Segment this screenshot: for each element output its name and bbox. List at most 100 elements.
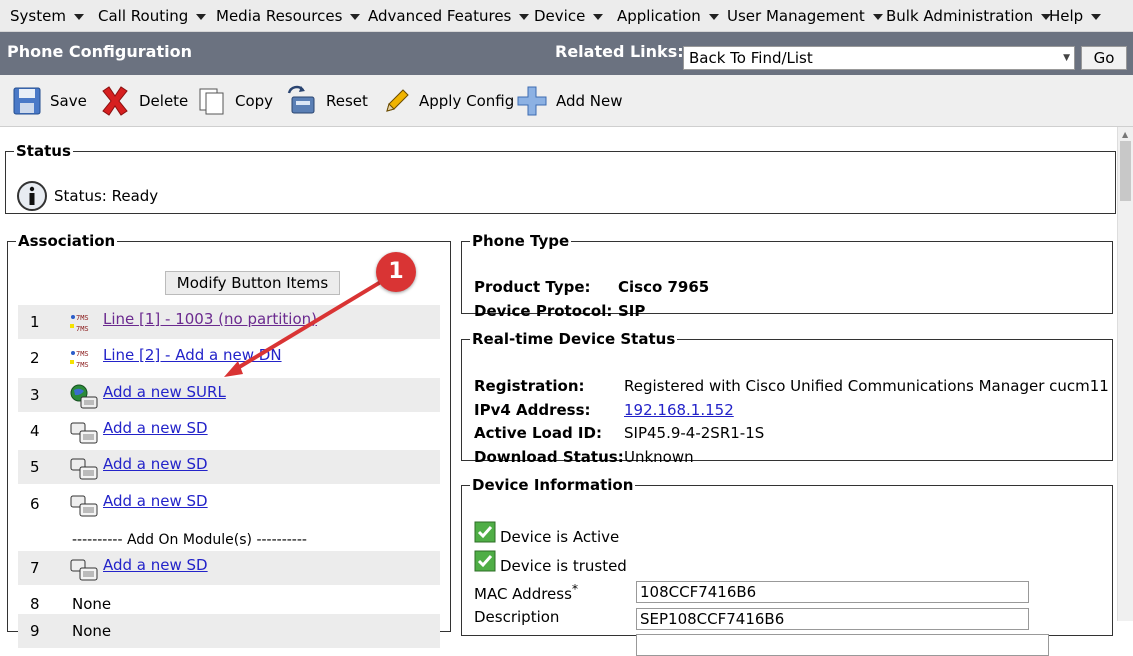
speed-dial-icon [70, 422, 98, 444]
menu-application[interactable]: Application [617, 7, 719, 25]
copy-button[interactable]: Copy [197, 83, 273, 119]
add-new-label: Add New [556, 92, 623, 110]
chevron-down-icon [350, 13, 361, 20]
menu-advanced-features[interactable]: Advanced Features [368, 7, 530, 25]
speed-dial-icon [70, 559, 98, 581]
scrollbar-thumb[interactable] [1120, 141, 1131, 201]
row-number: 6 [30, 495, 40, 513]
chevron-down-icon [196, 13, 207, 20]
required-mark: * [571, 581, 579, 596]
modify-button-items-button[interactable]: Modify Button Items [165, 271, 340, 295]
menu-label: Help [1049, 7, 1084, 25]
row-value: None [72, 595, 112, 613]
save-button[interactable]: Save [12, 83, 87, 119]
add-new-button[interactable]: Add New [516, 83, 623, 119]
chevron-down-icon [519, 13, 530, 20]
chevron-down-icon [593, 13, 604, 20]
delete-button[interactable]: Delete [99, 83, 188, 119]
description-input[interactable]: SEP108CCF7416B6 [636, 608, 1029, 630]
pencil-icon [386, 89, 409, 112]
menu-label: Bulk Administration [886, 7, 1034, 25]
menu-bulk-administration[interactable]: Bulk Administration [886, 7, 1052, 25]
reset-icon [287, 85, 315, 114]
related-links-select[interactable]: Back To Find/List ▼ [683, 46, 1075, 70]
row-number: 2 [30, 349, 40, 367]
chevron-down-icon [872, 13, 883, 20]
device-info-legend: Device Information [472, 476, 634, 494]
related-links-value: Back To Find/List [689, 49, 813, 67]
row-number: 8 [30, 595, 40, 613]
device-protocol-label: Device Protocol: [474, 302, 613, 320]
association-row: 6 Add a new SD [18, 487, 440, 521]
add-new-surl-link[interactable]: Add a new SURL [103, 383, 226, 401]
device-trusted-checkbox[interactable] [474, 550, 496, 572]
chevron-down-icon [1091, 13, 1102, 20]
row-number: 3 [30, 386, 40, 404]
mac-address-label-text: MAC Address [474, 585, 572, 603]
description-label: Description [474, 608, 560, 626]
line-icon: 7MS7MS [70, 314, 89, 333]
active-load-value: SIP45.9-4-2SR1-1S [624, 424, 765, 442]
association-row: 2 7MS 7MS Line [2] - Add a new DN [18, 341, 440, 375]
row-number: 5 [30, 458, 40, 476]
chevron-down-icon [73, 13, 84, 20]
product-type-value: Cisco 7965 [618, 278, 710, 296]
menu-label: System [10, 7, 66, 25]
copy-label: Copy [235, 92, 274, 110]
mac-address-label: MAC Address* [474, 581, 578, 603]
menu-system[interactable]: System [10, 7, 84, 25]
floppy-disk-icon [13, 87, 41, 115]
status-text: Status: Ready [54, 187, 159, 205]
menu-label: Device [534, 7, 586, 25]
menu-help[interactable]: Help [1049, 7, 1102, 25]
svg-text:7MS: 7MS [76, 361, 89, 369]
line-2-link[interactable]: Line [2] - Add a new DN [103, 346, 282, 364]
svg-text:7MS: 7MS [76, 350, 89, 358]
plus-icon [517, 86, 547, 116]
add-new-sd-link[interactable]: Add a new SD [103, 455, 208, 473]
row-number: 1 [30, 313, 40, 331]
add-new-sd-link[interactable]: Add a new SD [103, 556, 208, 574]
go-button[interactable]: Go [1081, 46, 1127, 70]
association-row: 5 Add a new SD [18, 450, 440, 484]
menu-label: Advanced Features [368, 7, 512, 25]
toolbar: Save Delete Copy Reset Apply Config Add … [0, 75, 1133, 127]
mac-address-input[interactable]: 108CCF7416B6 [636, 581, 1029, 603]
apply-config-button[interactable]: Apply Config [383, 83, 514, 119]
realtime-status-section: Real-time Device Status Registration: Re… [461, 330, 1113, 466]
add-new-sd-link[interactable]: Add a new SD [103, 419, 208, 437]
line-icon: 7MS7MS [70, 350, 89, 369]
reset-button[interactable]: Reset [286, 83, 368, 119]
download-status-label: Download Status: [474, 448, 624, 466]
menu-label: User Management [727, 7, 865, 25]
realtime-legend: Real-time Device Status [472, 330, 676, 348]
svg-text:7MS: 7MS [76, 325, 89, 333]
device-information-section: Device Information Device is Active Devi… [461, 476, 1113, 656]
status-section: Status Status: Ready [5, 142, 1116, 214]
association-row: 1 7MS 7MS Line [1] - 1003 (no partition) [18, 305, 440, 339]
add-new-sd-link[interactable]: Add a new SD [103, 492, 208, 510]
scroll-up-icon[interactable]: ▲ [1122, 130, 1128, 139]
association-row: 4 Add a new SD [18, 414, 440, 448]
registration-value: Registered with Cisco Unified Communicat… [624, 377, 1109, 395]
association-legend: Association [18, 232, 116, 250]
ipv4-label: IPv4 Address: [474, 401, 591, 419]
add-on-module-divider: ---------- Add On Module(s) ---------- [72, 532, 307, 548]
vertical-scrollbar[interactable]: ▲ [1117, 127, 1133, 621]
menu-media-resources[interactable]: Media Resources [216, 7, 361, 25]
phone-type-section: Phone Type Product Type: Cisco 7965 Devi… [461, 232, 1113, 320]
device-pool-field[interactable] [636, 634, 1049, 656]
menu-user-management[interactable]: User Management [727, 7, 883, 25]
ipv4-link[interactable]: 192.168.1.152 [624, 401, 734, 419]
reset-label: Reset [326, 92, 368, 110]
menu-label: Call Routing [98, 7, 189, 25]
line-1-link[interactable]: Line [1] - 1003 (no partition) [103, 310, 317, 328]
association-section: Association Modify Button Items 1 7MS 7MS… [7, 232, 451, 648]
status-legend: Status [16, 142, 71, 160]
device-active-checkbox[interactable] [474, 521, 496, 543]
chevron-down-icon: ▼ [1063, 53, 1070, 63]
menu-device[interactable]: Device [534, 7, 604, 25]
svg-text:7MS: 7MS [76, 314, 89, 322]
info-icon [17, 181, 47, 211]
menu-call-routing[interactable]: Call Routing [98, 7, 207, 25]
